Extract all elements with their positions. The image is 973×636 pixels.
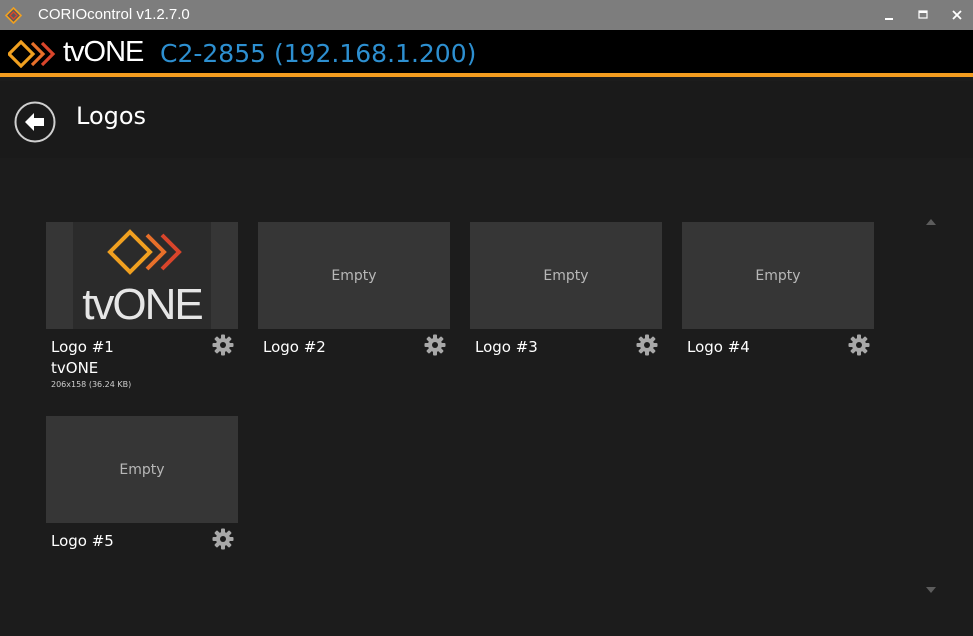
logo-meta-1: 206x158 (36.24 KB)	[51, 380, 132, 389]
page-header: Logos	[0, 81, 973, 158]
logo-thumbnail-1[interactable]: tvONE	[46, 222, 238, 329]
gear-icon[interactable]	[636, 334, 658, 356]
back-arrow-icon[interactable]	[14, 101, 56, 143]
logo-card-4: Empty Logo #4	[682, 222, 874, 402]
maximize-icon[interactable]	[913, 5, 933, 25]
empty-label: Empty	[331, 267, 377, 284]
minimize-icon[interactable]	[879, 5, 899, 25]
device-name: C2-2855 (192.168.1.200)	[160, 39, 477, 68]
window-titlebar: CORIOcontrol v1.2.7.0	[0, 0, 973, 30]
page-title: Logos	[76, 102, 147, 130]
gear-icon[interactable]	[212, 334, 234, 356]
brand-bar: tvONE C2-2855 (192.168.1.200)	[0, 30, 973, 77]
logo-name-4: Logo #4	[687, 338, 750, 356]
tvone-logo-icon	[8, 40, 56, 68]
gear-icon[interactable]	[424, 334, 446, 356]
empty-label: Empty	[543, 267, 589, 284]
logo-card-1: tvONE Logo #1 tvONE 206x158 (36.24 KB)	[46, 222, 238, 402]
logo-image: tvONE	[73, 222, 211, 329]
close-icon[interactable]	[947, 5, 967, 25]
logo-card-3: Empty Logo #3	[470, 222, 662, 402]
gear-icon[interactable]	[212, 528, 234, 550]
logo-card-5: Empty Logo #5	[46, 416, 238, 596]
logo-name-5: Logo #5	[51, 532, 114, 550]
logo-name-2: Logo #2	[263, 338, 326, 356]
logo-thumbnail-4[interactable]: Empty	[682, 222, 874, 329]
logo-grid: tvONE Logo #1 tvONE 206x158 (36.24 KB) E…	[0, 158, 973, 636]
window-title: CORIOcontrol v1.2.7.0	[38, 6, 190, 23]
chevron-down-icon[interactable]	[925, 586, 937, 594]
logo-image-text: tvONE	[82, 280, 202, 329]
logo-name-3: Logo #3	[475, 338, 538, 356]
empty-label: Empty	[755, 267, 801, 284]
logo-name-1: Logo #1	[51, 338, 114, 356]
empty-label: Empty	[119, 461, 165, 478]
corio-app-icon	[5, 7, 22, 24]
logo-thumbnail-3[interactable]: Empty	[470, 222, 662, 329]
chevron-up-icon[interactable]	[925, 218, 937, 226]
tvone-logo-icon: tvONE	[82, 229, 204, 329]
logo-thumbnail-5[interactable]: Empty	[46, 416, 238, 523]
logo-card-2: Empty Logo #2	[258, 222, 450, 402]
logo-thumbnail-2[interactable]: Empty	[258, 222, 450, 329]
logo-subtitle-1: tvONE	[51, 359, 99, 377]
gear-icon[interactable]	[848, 334, 870, 356]
brand-name: tvONE	[63, 36, 144, 68]
